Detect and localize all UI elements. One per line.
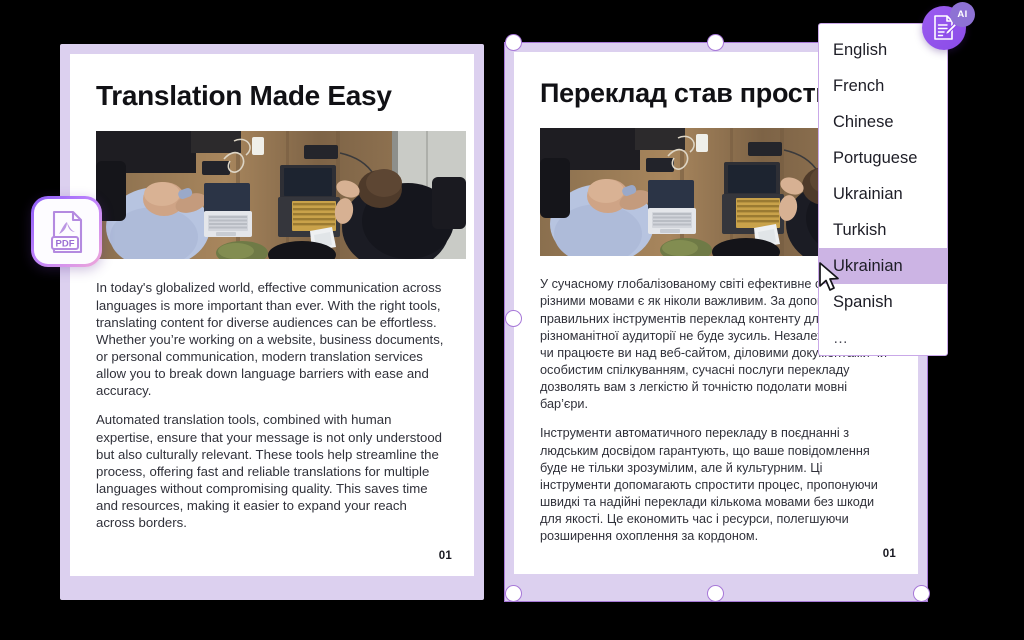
language-option-turkish[interactable]: Turkish [819, 212, 947, 248]
source-page-number: 01 [438, 550, 452, 562]
source-document-body: In today's globalized world, effective c… [96, 279, 448, 531]
screen: Translation Made Easy In today's globali… [0, 0, 1024, 640]
pdf-file-icon[interactable]: PDF [31, 196, 102, 267]
resize-handle-bottom-center[interactable] [707, 585, 724, 602]
language-option-more[interactable]: … [819, 320, 947, 355]
resize-handle-top-center[interactable] [707, 34, 724, 51]
language-option-ukrainian[interactable]: Ukrainian [819, 176, 947, 212]
resize-handle-bottom-right[interactable] [913, 585, 930, 602]
resize-handle-middle-left[interactable] [505, 310, 522, 327]
resize-handle-top-left[interactable] [505, 34, 522, 51]
language-option-ukrainian-highlighted[interactable]: Ukrainian [819, 248, 947, 284]
language-select-menu[interactable]: English French Chinese Portuguese Ukrain… [818, 23, 948, 356]
language-option-portuguese[interactable]: Portuguese [819, 140, 947, 176]
source-paragraph: In today's globalized world, effective c… [96, 280, 444, 399]
source-document-photo [96, 131, 466, 260]
pdf-icon-glyph: PDF [50, 210, 82, 253]
pdf-label: PDF [55, 238, 74, 249]
language-option-french[interactable]: French [819, 68, 947, 104]
ai-badge-chip: AI [950, 2, 975, 27]
source-paragraph: Automated translation tools, combined wi… [96, 412, 443, 531]
language-option-chinese[interactable]: Chinese [819, 104, 947, 140]
translated-page-number: 01 [882, 548, 896, 560]
language-option-spanish[interactable]: Spanish [819, 284, 947, 320]
source-document-card[interactable]: Translation Made Easy In today's globali… [60, 44, 484, 600]
translated-paragraph: Інструменти автоматичного перекладу в по… [540, 426, 878, 544]
source-document-title: Translation Made Easy [96, 80, 392, 111]
resize-handle-bottom-left[interactable] [505, 585, 522, 602]
source-document-page: Translation Made Easy In today's globali… [70, 54, 474, 576]
